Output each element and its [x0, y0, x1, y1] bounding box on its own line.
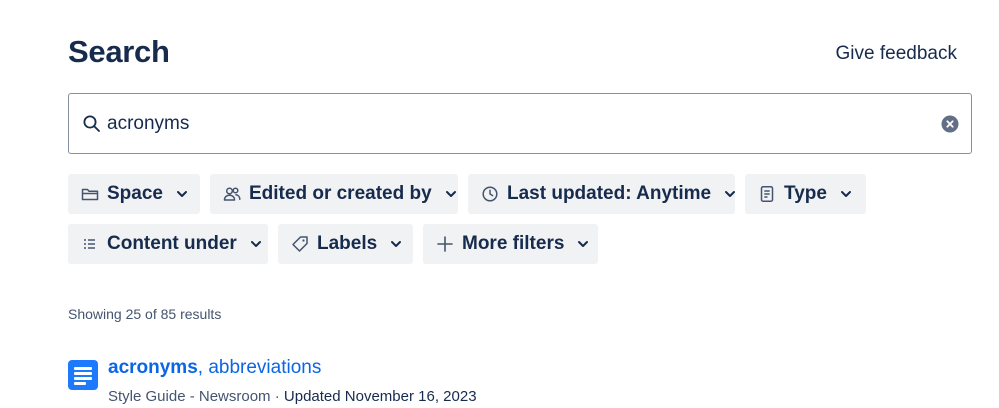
filter-space[interactable]: Space [68, 174, 200, 214]
filter-last-updated-label: Last updated: Anytime [507, 183, 712, 204]
document-icon [68, 360, 98, 390]
filter-edited-or-created-by[interactable]: Edited or created by [210, 174, 458, 214]
filter-more-filters[interactable]: More filters [423, 224, 598, 264]
results-count: Showing 25 of 85 results [68, 306, 222, 322]
filter-space-label: Space [107, 183, 163, 204]
filter-last-updated[interactable]: Last updated: Anytime [468, 174, 736, 214]
result-title-rest: , abbreviations [197, 357, 322, 378]
chevron-down-icon [391, 241, 402, 247]
give-feedback-link[interactable]: Give feedback [836, 43, 957, 65]
result-updated: Updated November 16, 2023 [283, 388, 477, 405]
chevron-down-icon [176, 191, 187, 197]
folder-icon [81, 185, 99, 203]
result-title-link[interactable]: acronyms, abbreviations [108, 357, 321, 379]
filter-type-label: Type [784, 183, 827, 204]
chevron-down-icon [250, 241, 261, 247]
chevron-down-icon [725, 191, 736, 197]
people-icon [223, 185, 241, 203]
result-space: Style Guide - Newsroom [108, 388, 271, 405]
clock-icon [481, 185, 499, 203]
chevron-down-icon [578, 241, 589, 247]
search-input[interactable] [107, 107, 927, 141]
result-meta: Style Guide - Newsroom · Updated Novembe… [108, 388, 477, 405]
search-box[interactable] [68, 93, 972, 154]
filter-type[interactable]: Type [745, 174, 866, 214]
clear-icon[interactable] [941, 115, 959, 133]
list-icon [81, 235, 99, 253]
tag-icon [291, 235, 309, 253]
search-page: Search Give feedback Space [0, 0, 999, 408]
chevron-down-icon [840, 191, 851, 197]
plus-icon [436, 235, 454, 253]
page-title: Search [68, 34, 170, 69]
search-icon [83, 115, 100, 132]
filter-labels-label: Labels [317, 233, 378, 254]
result-title-match: acronyms [108, 357, 198, 378]
filter-content-under-label: Content under [107, 233, 237, 254]
chevron-down-icon [445, 191, 456, 197]
page-icon [758, 185, 776, 203]
filter-content-under[interactable]: Content under [68, 224, 268, 264]
filter-labels[interactable]: Labels [278, 224, 413, 264]
filter-more-filters-label: More filters [462, 233, 565, 254]
meta-separator: · [270, 388, 284, 405]
filter-edited-label: Edited or created by [249, 183, 432, 204]
